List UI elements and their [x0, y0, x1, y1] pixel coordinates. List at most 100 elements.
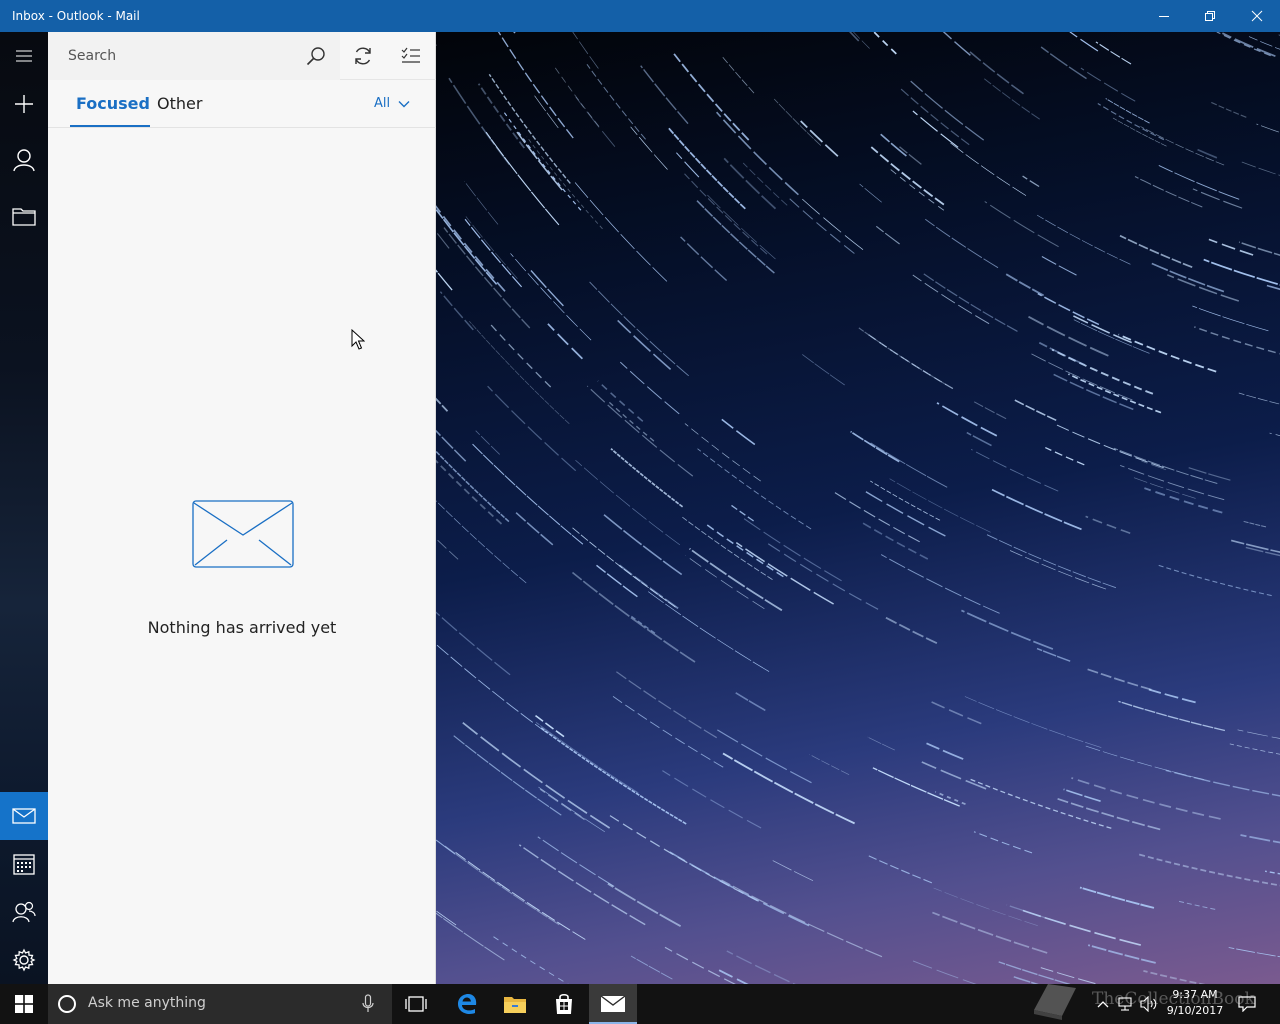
star-trail: [1063, 788, 1101, 802]
selection-mode-button[interactable]: [391, 38, 431, 74]
star-trail: [1036, 647, 1071, 662]
star-trail: [735, 692, 766, 712]
star-trail: [932, 911, 1048, 954]
show-hidden-icons-button[interactable]: [1092, 984, 1114, 1024]
star-trail: [1050, 372, 1134, 411]
star-trail: [436, 459, 503, 525]
star-trail: [436, 611, 511, 676]
star-trail: [1006, 904, 1065, 925]
star-trail: [1269, 432, 1280, 436]
star-trail: [436, 839, 456, 855]
file-explorer-taskbar-button[interactable]: [491, 984, 539, 1024]
star-trail: [680, 236, 728, 282]
cortana-search-box[interactable]: Ask me anything: [48, 984, 392, 1024]
file-explorer-icon: [504, 997, 526, 1013]
star-trail: [925, 218, 999, 269]
star-trail: [875, 225, 900, 245]
close-button[interactable]: [1234, 0, 1280, 32]
mail-taskbar-button[interactable]: [589, 984, 637, 1024]
edge-taskbar-button[interactable]: [443, 984, 491, 1024]
search-button[interactable]: [298, 38, 334, 74]
star-trail: [1069, 32, 1099, 52]
star-trail: [607, 882, 682, 927]
star-trail: [853, 32, 870, 49]
star-trail: [586, 385, 694, 477]
minimize-button[interactable]: [1141, 0, 1187, 32]
star-trail: [870, 442, 948, 488]
star-trail-background: [436, 32, 1280, 984]
star-trail: [572, 32, 599, 69]
star-trail: [697, 448, 812, 530]
star-trail: [867, 736, 895, 751]
star-trail: [439, 291, 474, 331]
star-trail: [1036, 214, 1131, 265]
star-trail: [1151, 262, 1225, 293]
star-trail: [1118, 700, 1226, 732]
star-trail: [1192, 305, 1269, 332]
star-trail: [931, 701, 982, 725]
folders-icon: [12, 208, 36, 226]
start-button[interactable]: [0, 984, 48, 1024]
clock-date: 9/10/2017: [1166, 1004, 1224, 1017]
people-nav-button[interactable]: [0, 888, 48, 936]
new-mail-button[interactable]: [0, 80, 48, 128]
search-input[interactable]: [68, 46, 288, 66]
star-trail: [513, 32, 516, 34]
network-tray-button[interactable]: [1114, 984, 1136, 1024]
star-trail: [629, 614, 656, 634]
star-trail: [1229, 743, 1280, 755]
sync-button[interactable]: [343, 38, 383, 74]
star-trail: [1165, 769, 1280, 797]
task-view-button[interactable]: [392, 984, 440, 1024]
search-box[interactable]: [48, 32, 340, 80]
star-trail: [809, 754, 850, 776]
star-trail: [859, 183, 882, 203]
restore-button[interactable]: [1187, 0, 1233, 32]
mail-nav-button[interactable]: [0, 792, 48, 840]
calendar-nav-button[interactable]: [0, 840, 48, 888]
star-trail: [1085, 667, 1152, 691]
star-trail: [1178, 900, 1216, 910]
star-trail: [529, 269, 564, 307]
star-trail: [1045, 447, 1085, 466]
star-trail: [630, 126, 668, 170]
star-trail: [899, 146, 922, 165]
star-trail: [684, 423, 761, 482]
star-trail: [619, 361, 680, 415]
folders-button[interactable]: [0, 192, 48, 240]
star-trail: [1264, 870, 1280, 875]
volume-icon: [1140, 996, 1157, 1012]
star-trail: [472, 443, 584, 545]
people-icon: [12, 901, 36, 923]
action-center-button[interactable]: [1234, 984, 1260, 1024]
star-trail: [465, 216, 518, 279]
tab-focused[interactable]: Focused: [76, 94, 150, 114]
star-trail: [503, 111, 582, 211]
star-trail: [1030, 352, 1133, 401]
star-trail: [453, 735, 562, 816]
star-trail: [647, 590, 770, 672]
minimize-icon: [1159, 16, 1169, 17]
filter-dropdown[interactable]: All: [374, 96, 410, 111]
volume-tray-button[interactable]: [1138, 984, 1160, 1024]
hamburger-menu-button[interactable]: [0, 32, 48, 80]
star-trail: [1085, 515, 1131, 534]
star-trail: [497, 32, 574, 139]
star-trail: [589, 281, 690, 377]
search-toolbar: [48, 32, 436, 80]
chevron-up-icon: [1097, 1001, 1109, 1008]
system-clock[interactable]: 9:37 AM 9/10/2017: [1160, 987, 1230, 1019]
star-trail: [436, 429, 467, 462]
star-trail: [1238, 241, 1280, 256]
star-trail: [488, 73, 571, 184]
star-trail: [1105, 98, 1150, 124]
star-trail: [688, 547, 783, 612]
star-trail: [1158, 164, 1240, 200]
microphone-icon[interactable]: [362, 994, 374, 1014]
tab-other[interactable]: Other: [157, 94, 202, 114]
star-trail: [1113, 447, 1218, 484]
star-trail: [1238, 392, 1280, 405]
accounts-button[interactable]: [0, 136, 48, 184]
store-taskbar-button[interactable]: [540, 984, 588, 1024]
settings-nav-button[interactable]: [0, 936, 48, 984]
